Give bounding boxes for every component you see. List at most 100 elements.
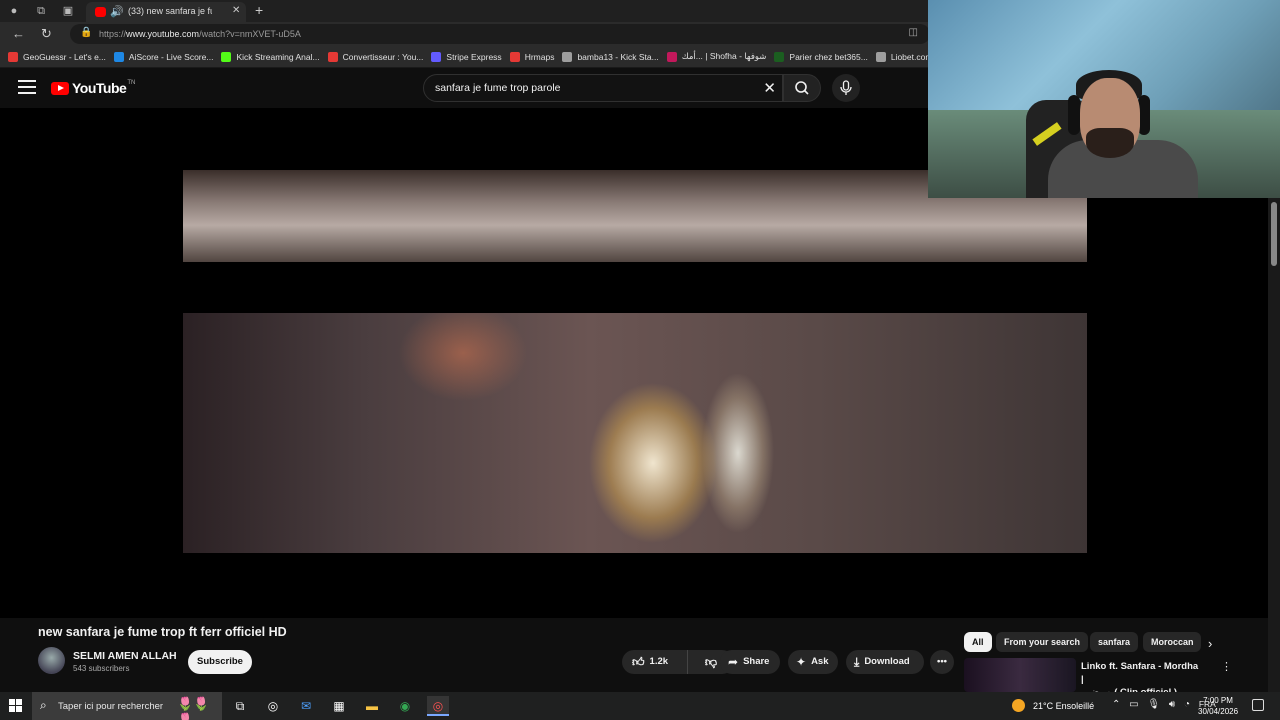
tab-actions-icon[interactable]: ▣ (60, 3, 76, 19)
youtube-play-icon (51, 81, 69, 95)
video-frame-bottom (183, 313, 1087, 553)
page-scrollbar[interactable] (1268, 198, 1280, 692)
thumbs-up-icon: 👍︎ (632, 655, 645, 669)
task-view-icon[interactable]: ⧉ (229, 696, 251, 716)
streamer-webcam-overlay (928, 0, 1280, 198)
scrollbar-thumb[interactable] (1271, 202, 1277, 266)
taskbar-search-field[interactable]: ⌕ Taper ici pour rechercher 🌷🌷🌷 (32, 692, 222, 720)
download-button[interactable]: ⤓ Download (846, 650, 924, 674)
bookmark-label: أمك... | Shofha - شوفها (681, 51, 767, 61)
recommendation-menu-icon[interactable]: ⋮ (1221, 660, 1232, 673)
share-icon: ➦ (728, 655, 739, 669)
tab-title: (33) new sanfara je fume tr (128, 6, 212, 16)
country-code: TN (127, 80, 136, 86)
close-tab-icon[interactable]: ✕ (232, 5, 240, 16)
sparkle-icon: ✦ (796, 655, 807, 669)
microphone-icon (840, 80, 852, 95)
opera-gx-icon[interactable]: ◎ (427, 696, 449, 716)
recommendation-thumbnail[interactable] (964, 658, 1076, 692)
search-input[interactable]: sanfara je fume trop parole ✕ (423, 74, 783, 102)
new-tab-button[interactable]: + (255, 2, 263, 18)
notification-icon[interactable] (1252, 699, 1264, 711)
search-icon: ⌕ (40, 698, 47, 712)
weather-widget[interactable]: 21°C Ensoleillé (1012, 699, 1094, 712)
speaker-icon[interactable]: 🔊 (110, 5, 124, 18)
outlook-icon[interactable]: ✉ (295, 696, 317, 716)
chip-2[interactable]: sanfara (1090, 632, 1139, 652)
bookmark-item[interactable]: Kick Streaming Anal... (221, 51, 320, 62)
search-icon (795, 81, 809, 95)
bookmark-item[interactable]: GeoGuessr - Let's e... (8, 51, 106, 62)
more-actions-icon[interactable]: ••• (930, 650, 954, 674)
subscribe-button[interactable]: Subscribe (188, 650, 252, 674)
bookmark-item[interactable]: Convertisseur : You... (327, 51, 423, 62)
windows-start-icon[interactable] (9, 699, 23, 713)
browser-tab-active[interactable]: 🔊 (33) new sanfara je fume tr ✕ (86, 2, 246, 22)
download-icon: ⤓ (854, 655, 860, 669)
back-icon[interactable]: ← (12, 26, 25, 41)
taskbar-search-placeholder: Taper ici pour rechercher (58, 701, 164, 712)
bookmark-item[interactable]: Stripe Express (431, 51, 502, 62)
bookmark-favicon-icon (431, 51, 442, 62)
file-explorer-icon[interactable]: ▬ (361, 696, 383, 716)
bookmark-label: bamba13 - Kick Sta... (577, 51, 659, 62)
clear-search-icon[interactable]: ✕ (763, 79, 776, 97)
bookmark-label: Hrmaps (524, 51, 555, 62)
microphone-icon[interactable]: 🎙︎ (1147, 699, 1160, 710)
bookmark-label: Kick Streaming Anal... (236, 51, 320, 62)
chip-0[interactable]: All (964, 632, 992, 652)
youtube-favicon-icon (95, 7, 106, 17)
windows-taskbar: ⌕ Taper ici pour rechercher 🌷🌷🌷 ⧉ ◎ ✉ ▦ … (0, 692, 1280, 720)
chip-1[interactable]: From your search (996, 632, 1089, 652)
channel-avatar[interactable] (38, 647, 65, 674)
chrome-icon[interactable]: ◉ (394, 696, 416, 716)
bookmark-favicon-icon (8, 51, 18, 62)
network-icon[interactable]: ▭ (1129, 699, 1138, 710)
bookmark-favicon-icon (327, 51, 338, 62)
subscriber-count: 543 subscribers (73, 664, 130, 673)
lock-icon[interactable]: 🔒 (80, 27, 92, 38)
like-dislike-group: 👍︎ 1.2k 👎︎ (622, 650, 734, 674)
bookmark-label: Stripe Express (446, 51, 502, 62)
bookmark-label: AiScore - Live Score... (128, 51, 214, 62)
bookmark-item[interactable]: أمك... | Shofha - شوفها (666, 51, 767, 62)
bookmark-label: GeoGuessr - Let's e... (23, 51, 106, 62)
bookmark-favicon-icon (509, 51, 520, 62)
taskbar-clock[interactable]: 7:00 PM 30/04/2026 (1198, 695, 1238, 717)
hamburger-menu-icon[interactable] (18, 80, 36, 96)
bookmark-item[interactable]: Hrmaps (509, 51, 555, 62)
reload-icon[interactable]: ↻ (41, 26, 52, 42)
chevron-up-icon[interactable]: ⌃ (1112, 699, 1120, 710)
youtube-logo[interactable]: YouTube TN (51, 80, 135, 96)
channel-name[interactable]: SELMI AMEN ALLAH (73, 650, 177, 662)
search-query: sanfara je fume trop parole (435, 82, 561, 94)
volume-icon[interactable]: 🔊︎ (1169, 699, 1175, 710)
wifi-icon[interactable]: ◔ (1184, 699, 1190, 710)
url-field[interactable]: 🔒 https://www.youtube.com/watch?v=nmXVET… (70, 24, 930, 44)
ask-button[interactable]: ✦ Ask (788, 650, 838, 674)
like-button[interactable]: 👍︎ 1.2k (622, 650, 688, 674)
bookmark-favicon-icon (221, 51, 232, 62)
chevron-right-icon[interactable]: › (1208, 636, 1212, 651)
store-icon[interactable]: ▦ (328, 696, 350, 716)
bookmark-item[interactable]: AiScore - Live Score... (113, 51, 214, 62)
chip-3[interactable]: Moroccan (1143, 632, 1201, 652)
tulips-icon: 🌷🌷🌷 (177, 696, 210, 720)
like-count: 1.2k (649, 656, 669, 667)
profile-icon[interactable]: ● (6, 3, 22, 19)
search-button[interactable] (783, 74, 821, 102)
bookmark-item[interactable]: Parier chez bet365... (774, 51, 868, 62)
sun-icon (1012, 699, 1025, 712)
bookmark-favicon-icon (113, 51, 124, 62)
bookmark-item[interactable]: bamba13 - Kick Sta... (562, 51, 659, 62)
voice-search-button[interactable] (832, 74, 860, 102)
copilot-icon[interactable]: ◎ (262, 696, 284, 716)
video-title: new sanfara je fume trop ft ferr officie… (38, 625, 287, 639)
thumbs-down-icon: 👎︎ (704, 655, 718, 669)
bookmark-favicon-icon (774, 51, 785, 62)
split-screen-icon[interactable]: ◫ (909, 27, 918, 38)
bookmark-favicon-icon (875, 51, 886, 62)
workspaces-icon[interactable]: ⧉ (33, 3, 49, 19)
share-button[interactable]: ➦ Share (720, 650, 780, 674)
url-text: https://www.youtube.com/watch?v=nmXVET-u… (99, 29, 301, 39)
